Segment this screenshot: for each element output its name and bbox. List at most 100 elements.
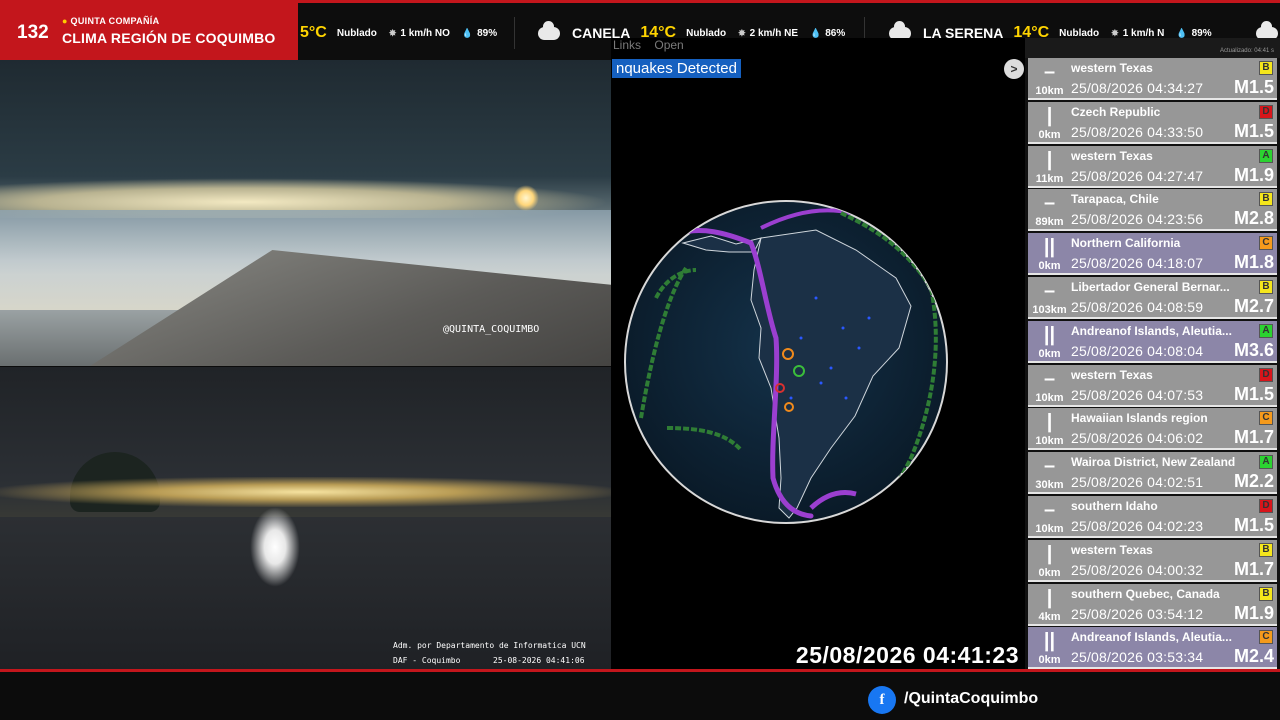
quake-time: 25/08/2026 04:07:53 — [1071, 386, 1204, 403]
quake-row[interactable]: – 103km Libertador General Bernar... 25/08/… — [1028, 277, 1277, 319]
quake-depth: 4km — [1038, 610, 1061, 623]
depth-bars-icon: – — [1043, 280, 1056, 302]
quake-magnitude: M1.5 — [1233, 515, 1274, 535]
chevron-right-icon[interactable]: > — [1004, 59, 1024, 79]
quake-magnitude: M1.9 — [1233, 602, 1274, 623]
depth-bars-icon: | — [1046, 586, 1053, 609]
quake-time: 25/08/2026 04:33:50 — [1071, 123, 1204, 140]
quake-time: 25/08/2026 04:08:04 — [1071, 342, 1204, 359]
facebook-handle[interactable]: /QuintaCoquimbo — [904, 690, 1038, 708]
quake-depth: 10km — [1035, 85, 1064, 97]
quake-magnitude: M2.4 — [1233, 646, 1274, 667]
quake-location: Czech Republic — [1071, 104, 1161, 119]
list-updated-label: Actualizado: 04:41 s — [1025, 38, 1280, 58]
quake-location: Northern California — [1071, 236, 1181, 251]
camera-caption-line: Adm. por Departamento de Informatica UCN — [393, 641, 586, 650]
camera-feed-top: @QUINTA_COQUIMBO — [0, 60, 611, 366]
quake-grade-badge: D — [1259, 367, 1273, 382]
quake-depth: 0km — [1038, 654, 1061, 667]
cloud-icon — [538, 20, 560, 40]
quake-magnitude: M2.2 — [1233, 471, 1274, 492]
camera-caption: Adm. por Departamento de Informatica UCN… — [393, 638, 586, 668]
depth-bars-icon: – — [1043, 367, 1056, 390]
quake-location: southern Idaho — [1071, 499, 1158, 513]
quake-time: 25/08/2026 04:02:51 — [1071, 474, 1204, 491]
light-reflection — [250, 507, 300, 587]
quake-magnitude: M1.5 — [1233, 77, 1274, 97]
street-light — [513, 185, 539, 211]
quake-grade-badge: C — [1259, 236, 1273, 251]
map-tab-open[interactable]: Open — [654, 38, 683, 52]
quake-row[interactable]: || 0km Andreanof Islands, Aleutia... 25/08/… — [1028, 320, 1277, 363]
weather-condition: Nublado — [686, 27, 727, 39]
globe-map[interactable] — [611, 38, 1025, 669]
quake-grade-badge: B — [1259, 280, 1273, 294]
map-tab-links[interactable]: Links — [613, 38, 641, 52]
quake-time: 25/08/2026 03:53:34 — [1071, 649, 1204, 666]
quake-row[interactable]: | 0km western Texas 25/08/2026 04:00:32 M1.7… — [1028, 539, 1277, 582]
depth-bars-icon: – — [1043, 499, 1056, 521]
depth-bars-icon: | — [1046, 148, 1053, 171]
quake-depth: 30km — [1035, 479, 1064, 492]
map-tabs: Links Open — [611, 38, 692, 56]
quake-location: Tarapaca, Chile — [1071, 192, 1159, 207]
quake-depth: 0km — [1038, 260, 1061, 273]
camera-caption-location: DAF - Coquimbo — [393, 656, 461, 665]
camera-watermark: @QUINTA_COQUIMBO — [443, 324, 540, 335]
ticker-divider — [514, 17, 515, 49]
weather-humidity: 89% — [1176, 28, 1212, 39]
quake-row[interactable]: | 11km western Texas 25/08/2026 04:27:47 M1.… — [1028, 145, 1277, 188]
quake-location: Andreanof Islands, Aleutia... — [1071, 323, 1232, 338]
quake-row[interactable]: – 10km western Texas 25/08/2026 04:34:27 M1.… — [1028, 58, 1277, 100]
quake-location: Wairoa District, New Zealand — [1071, 455, 1236, 470]
depth-bars-icon: | — [1046, 104, 1053, 127]
quake-grade-badge: B — [1259, 61, 1273, 75]
depth-bars-icon: || — [1043, 323, 1056, 346]
quake-row[interactable]: –30km Wairoa District, New Zealand 25/08/2… — [1028, 452, 1277, 495]
quake-depth: 10km — [1035, 435, 1064, 448]
quake-magnitude: M1.7 — [1233, 427, 1274, 448]
quake-grade-badge: A — [1259, 148, 1273, 163]
quake-depth: 10km — [1035, 391, 1064, 404]
quake-time: 25/08/2026 04:08:59 — [1071, 299, 1204, 315]
weather-temp: 5°C — [300, 24, 327, 41]
weather-humidity: 89% — [462, 28, 497, 39]
quake-row[interactable]: || 0km Andreanof Islands, Aleutia... 25/08/… — [1028, 627, 1277, 670]
quake-grade-badge: D — [1259, 104, 1273, 119]
quake-depth: 0km — [1038, 347, 1061, 360]
quake-row[interactable]: | 0km Czech Republic 25/08/2026 04:33:50 M1.… — [1028, 101, 1277, 144]
weather-item: 5°C Nublado 1 km/h NO 89% — [300, 21, 497, 45]
quake-location: Andreanof Islands, Aleutia... — [1071, 630, 1232, 645]
quake-magnitude: M1.8 — [1233, 252, 1274, 273]
quake-grade-badge: B — [1259, 542, 1273, 557]
facebook-icon[interactable]: f — [868, 686, 896, 714]
quake-grade-badge: C — [1259, 411, 1273, 426]
quake-row[interactable]: – 10km southern Idaho 25/08/2026 04:02:23 M1… — [1028, 496, 1277, 538]
quake-magnitude: M1.5 — [1233, 120, 1274, 141]
quake-time: 25/08/2026 04:02:23 — [1071, 518, 1204, 534]
quake-time: 25/08/2026 04:18:07 — [1071, 255, 1204, 272]
weather-humidity: 86% — [810, 28, 845, 39]
quake-row[interactable]: | 4km southern Quebec, Canada 25/08/2026 03… — [1028, 583, 1277, 626]
quake-row[interactable]: | 10km Hawaiian Islands region 25/08/2026 0… — [1028, 408, 1277, 451]
brand-company-label: QUINTA COMPAÑÍA — [70, 16, 160, 26]
quake-location: Libertador General Bernar... — [1071, 280, 1230, 294]
quake-time: 25/08/2026 04:06:02 — [1071, 430, 1204, 447]
quake-row[interactable]: –10km western Texas 25/08/2026 04:07:53 M1.… — [1028, 364, 1277, 407]
depth-bars-icon: – — [1043, 455, 1056, 478]
depth-bars-icon: || — [1043, 630, 1056, 653]
quake-depth: 0km — [1038, 128, 1061, 141]
quake-magnitude: M2.8 — [1233, 208, 1274, 229]
quake-time: 25/08/2026 04:34:27 — [1071, 80, 1204, 96]
quake-grade-badge: A — [1259, 455, 1273, 470]
weather-condition: Nublado — [336, 27, 377, 39]
earthquake-map-panel: Links Open nquakes Detected > 25/08/2026… — [611, 38, 1025, 669]
depth-bars-icon: – — [1043, 61, 1056, 83]
bullet-icon: ● — [62, 16, 71, 26]
quake-row[interactable]: || 0km Northern California 25/08/2026 04:18… — [1028, 233, 1277, 276]
quake-row[interactable]: –89km Tarapaca, Chile 25/08/2026 04:23:56 M… — [1028, 189, 1277, 232]
quake-location: southern Quebec, Canada — [1071, 586, 1220, 601]
quake-magnitude: M1.9 — [1233, 164, 1274, 185]
quake-grade-badge: C — [1259, 630, 1273, 645]
camera-caption-time: 25-08-2026 04:41:06 — [493, 656, 585, 665]
